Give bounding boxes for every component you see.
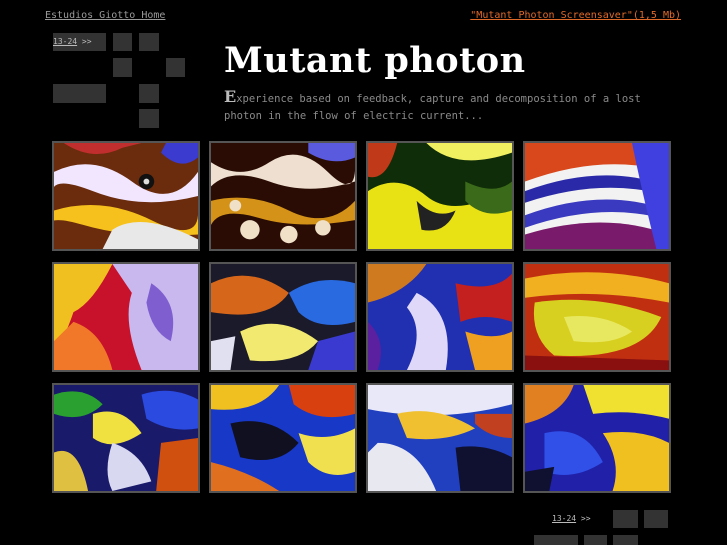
nav-square [113, 58, 132, 77]
nav-square [139, 84, 159, 103]
thumbnail-3[interactable] [366, 141, 514, 251]
nav-arrows-bottom: >> [580, 514, 591, 523]
thumbnail-8[interactable] [523, 262, 671, 372]
nav-square [139, 109, 159, 128]
nav-square [644, 510, 668, 528]
nav-square [613, 535, 638, 545]
thumbnail-10[interactable] [209, 383, 357, 493]
nav-next-top[interactable]: 13-24 >> [53, 37, 92, 46]
thumbnail-1[interactable] [52, 141, 200, 251]
thumbnail-12[interactable] [523, 383, 671, 493]
thumbnail-5[interactable] [52, 262, 200, 372]
thumbnail-11[interactable] [366, 383, 514, 493]
nav-range-link-bottom[interactable]: 13-24 [552, 514, 576, 523]
nav-arrows: >> [81, 37, 92, 46]
thumbnail-grid [52, 141, 676, 497]
nav-next-bottom[interactable]: 13-24 >> [552, 514, 591, 523]
thumbnail-9[interactable] [52, 383, 200, 493]
thumbnail-2[interactable] [209, 141, 357, 251]
nav-square [53, 84, 106, 103]
nav-range-link[interactable]: 13-24 [53, 37, 77, 46]
intro-body: xperience based on feedback, capture and… [224, 93, 641, 122]
intro-text: Experience based on feedback, capture an… [224, 88, 684, 125]
thumbnail-6[interactable] [209, 262, 357, 372]
nav-square [166, 58, 185, 77]
thumbnail-7[interactable] [366, 262, 514, 372]
home-link[interactable]: Estudios Giotto Home [45, 10, 165, 21]
nav-square [113, 33, 132, 51]
intro-drop-cap: E [224, 87, 237, 106]
nav-square [584, 535, 607, 545]
thumbnail-4[interactable] [523, 141, 671, 251]
nav-square [613, 510, 638, 528]
screensaver-download-link[interactable]: "Mutant Photon Screensaver"(1,5 Mb) [470, 10, 681, 21]
page-title: Mutant photon [224, 40, 526, 81]
nav-square [534, 535, 578, 545]
nav-square [139, 33, 159, 51]
